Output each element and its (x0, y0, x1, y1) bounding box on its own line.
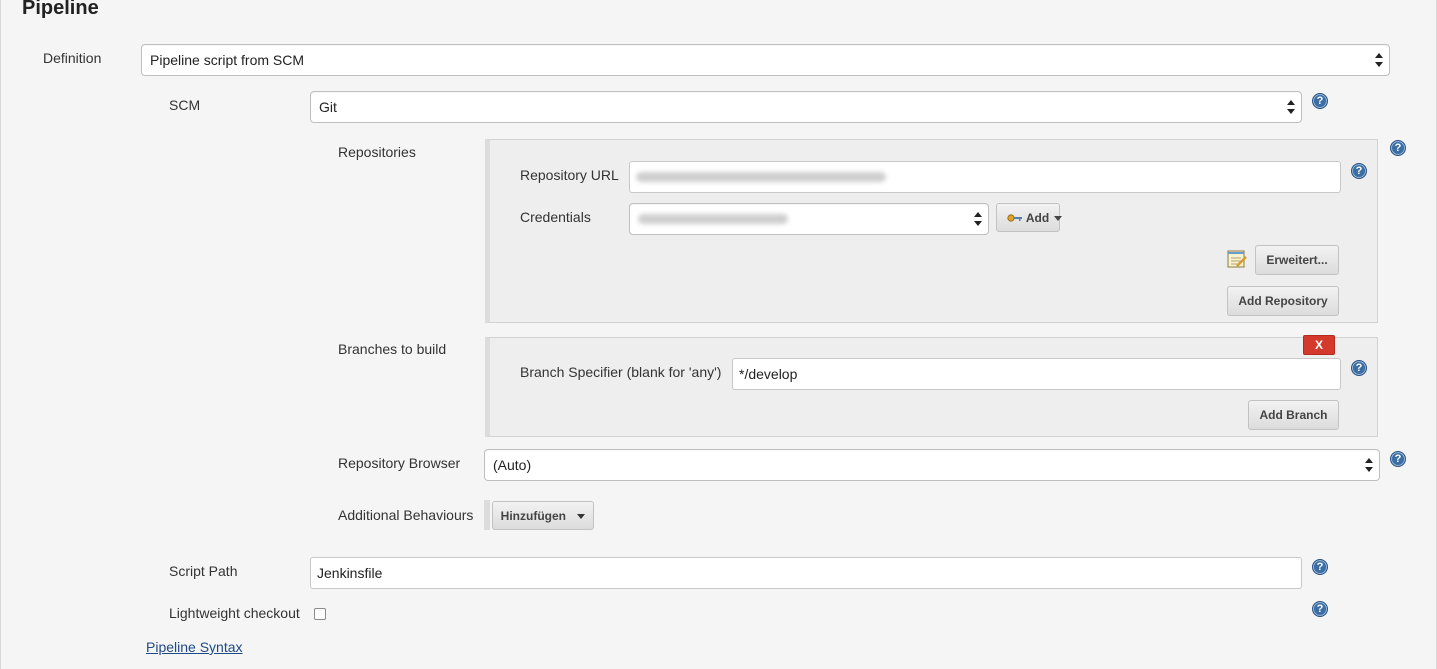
script-path-label: Script Path (169, 563, 238, 579)
branch-specifier-help-icon[interactable]: ? (1351, 360, 1367, 376)
select-arrows-icon (974, 212, 982, 226)
branches-label: Branches to build (338, 341, 447, 357)
add-credentials-label: Add (1025, 211, 1050, 225)
scm-select-value: Git (319, 99, 337, 115)
add-behaviour-label: Hinzufügen (500, 509, 566, 523)
lightweight-checkout-help-icon[interactable]: ? (1312, 601, 1328, 617)
repository-url-input[interactable] (629, 161, 1341, 193)
lightweight-checkout-checkbox[interactable] (314, 608, 326, 620)
branch-specifier-label: Branch Specifier (blank for 'any') (520, 364, 722, 380)
repository-browser-help-icon[interactable]: ? (1390, 451, 1406, 467)
add-repository-button[interactable]: Add Repository (1227, 286, 1339, 316)
definition-label: Definition (43, 50, 102, 66)
section-title: Pipeline (22, 0, 99, 19)
script-path-help-icon[interactable]: ? (1312, 559, 1328, 575)
repository-url-label: Repository URL (520, 167, 619, 183)
scm-help-icon[interactable]: ? (1312, 93, 1328, 109)
repository-url-redacted (636, 172, 886, 182)
repository-browser-label: Repository Browser (338, 455, 461, 471)
scm-select[interactable]: Git (310, 91, 1302, 123)
lightweight-checkout-label: Lightweight checkout (169, 605, 300, 621)
caret-down-icon (577, 514, 586, 520)
scm-label: SCM (169, 97, 201, 113)
key-icon (1007, 214, 1022, 222)
pipeline-section: Pipeline Definition Pipeline script from… (0, 0, 1437, 669)
notepad-icon (1227, 250, 1247, 268)
definition-select[interactable]: Pipeline script from SCM (141, 44, 1390, 76)
repositories-help-icon[interactable]: ? (1390, 140, 1406, 156)
additional-behaviours-label: Additional Behaviours (338, 507, 474, 523)
repository-url-help-icon[interactable]: ? (1351, 163, 1367, 179)
remove-branch-button[interactable]: X (1303, 335, 1335, 355)
add-behaviour-button[interactable]: Hinzufügen (492, 501, 594, 530)
select-arrows-icon (1287, 100, 1295, 114)
script-path-input[interactable]: Jenkinsfile (310, 557, 1302, 589)
add-credentials-button[interactable]: Add (996, 203, 1062, 232)
repository-browser-value: (Auto) (493, 457, 532, 473)
repositories-label: Repositories (338, 144, 416, 160)
caret-down-icon (1053, 216, 1062, 222)
credentials-select[interactable] (629, 203, 989, 235)
branch-specifier-input[interactable]: */develop (732, 358, 1341, 390)
credentials-label: Credentials (520, 209, 591, 225)
select-arrows-icon (1375, 53, 1383, 67)
credentials-redacted (638, 214, 788, 224)
add-branch-button[interactable]: Add Branch (1248, 400, 1339, 430)
additional-behaviours-bar (484, 500, 490, 530)
repository-browser-select[interactable]: (Auto) (484, 449, 1380, 481)
definition-select-value: Pipeline script from SCM (150, 52, 305, 68)
pipeline-syntax-link[interactable]: Pipeline Syntax (146, 639, 243, 655)
advanced-button[interactable]: Erweitert... (1255, 245, 1339, 275)
select-arrows-icon (1365, 458, 1373, 472)
